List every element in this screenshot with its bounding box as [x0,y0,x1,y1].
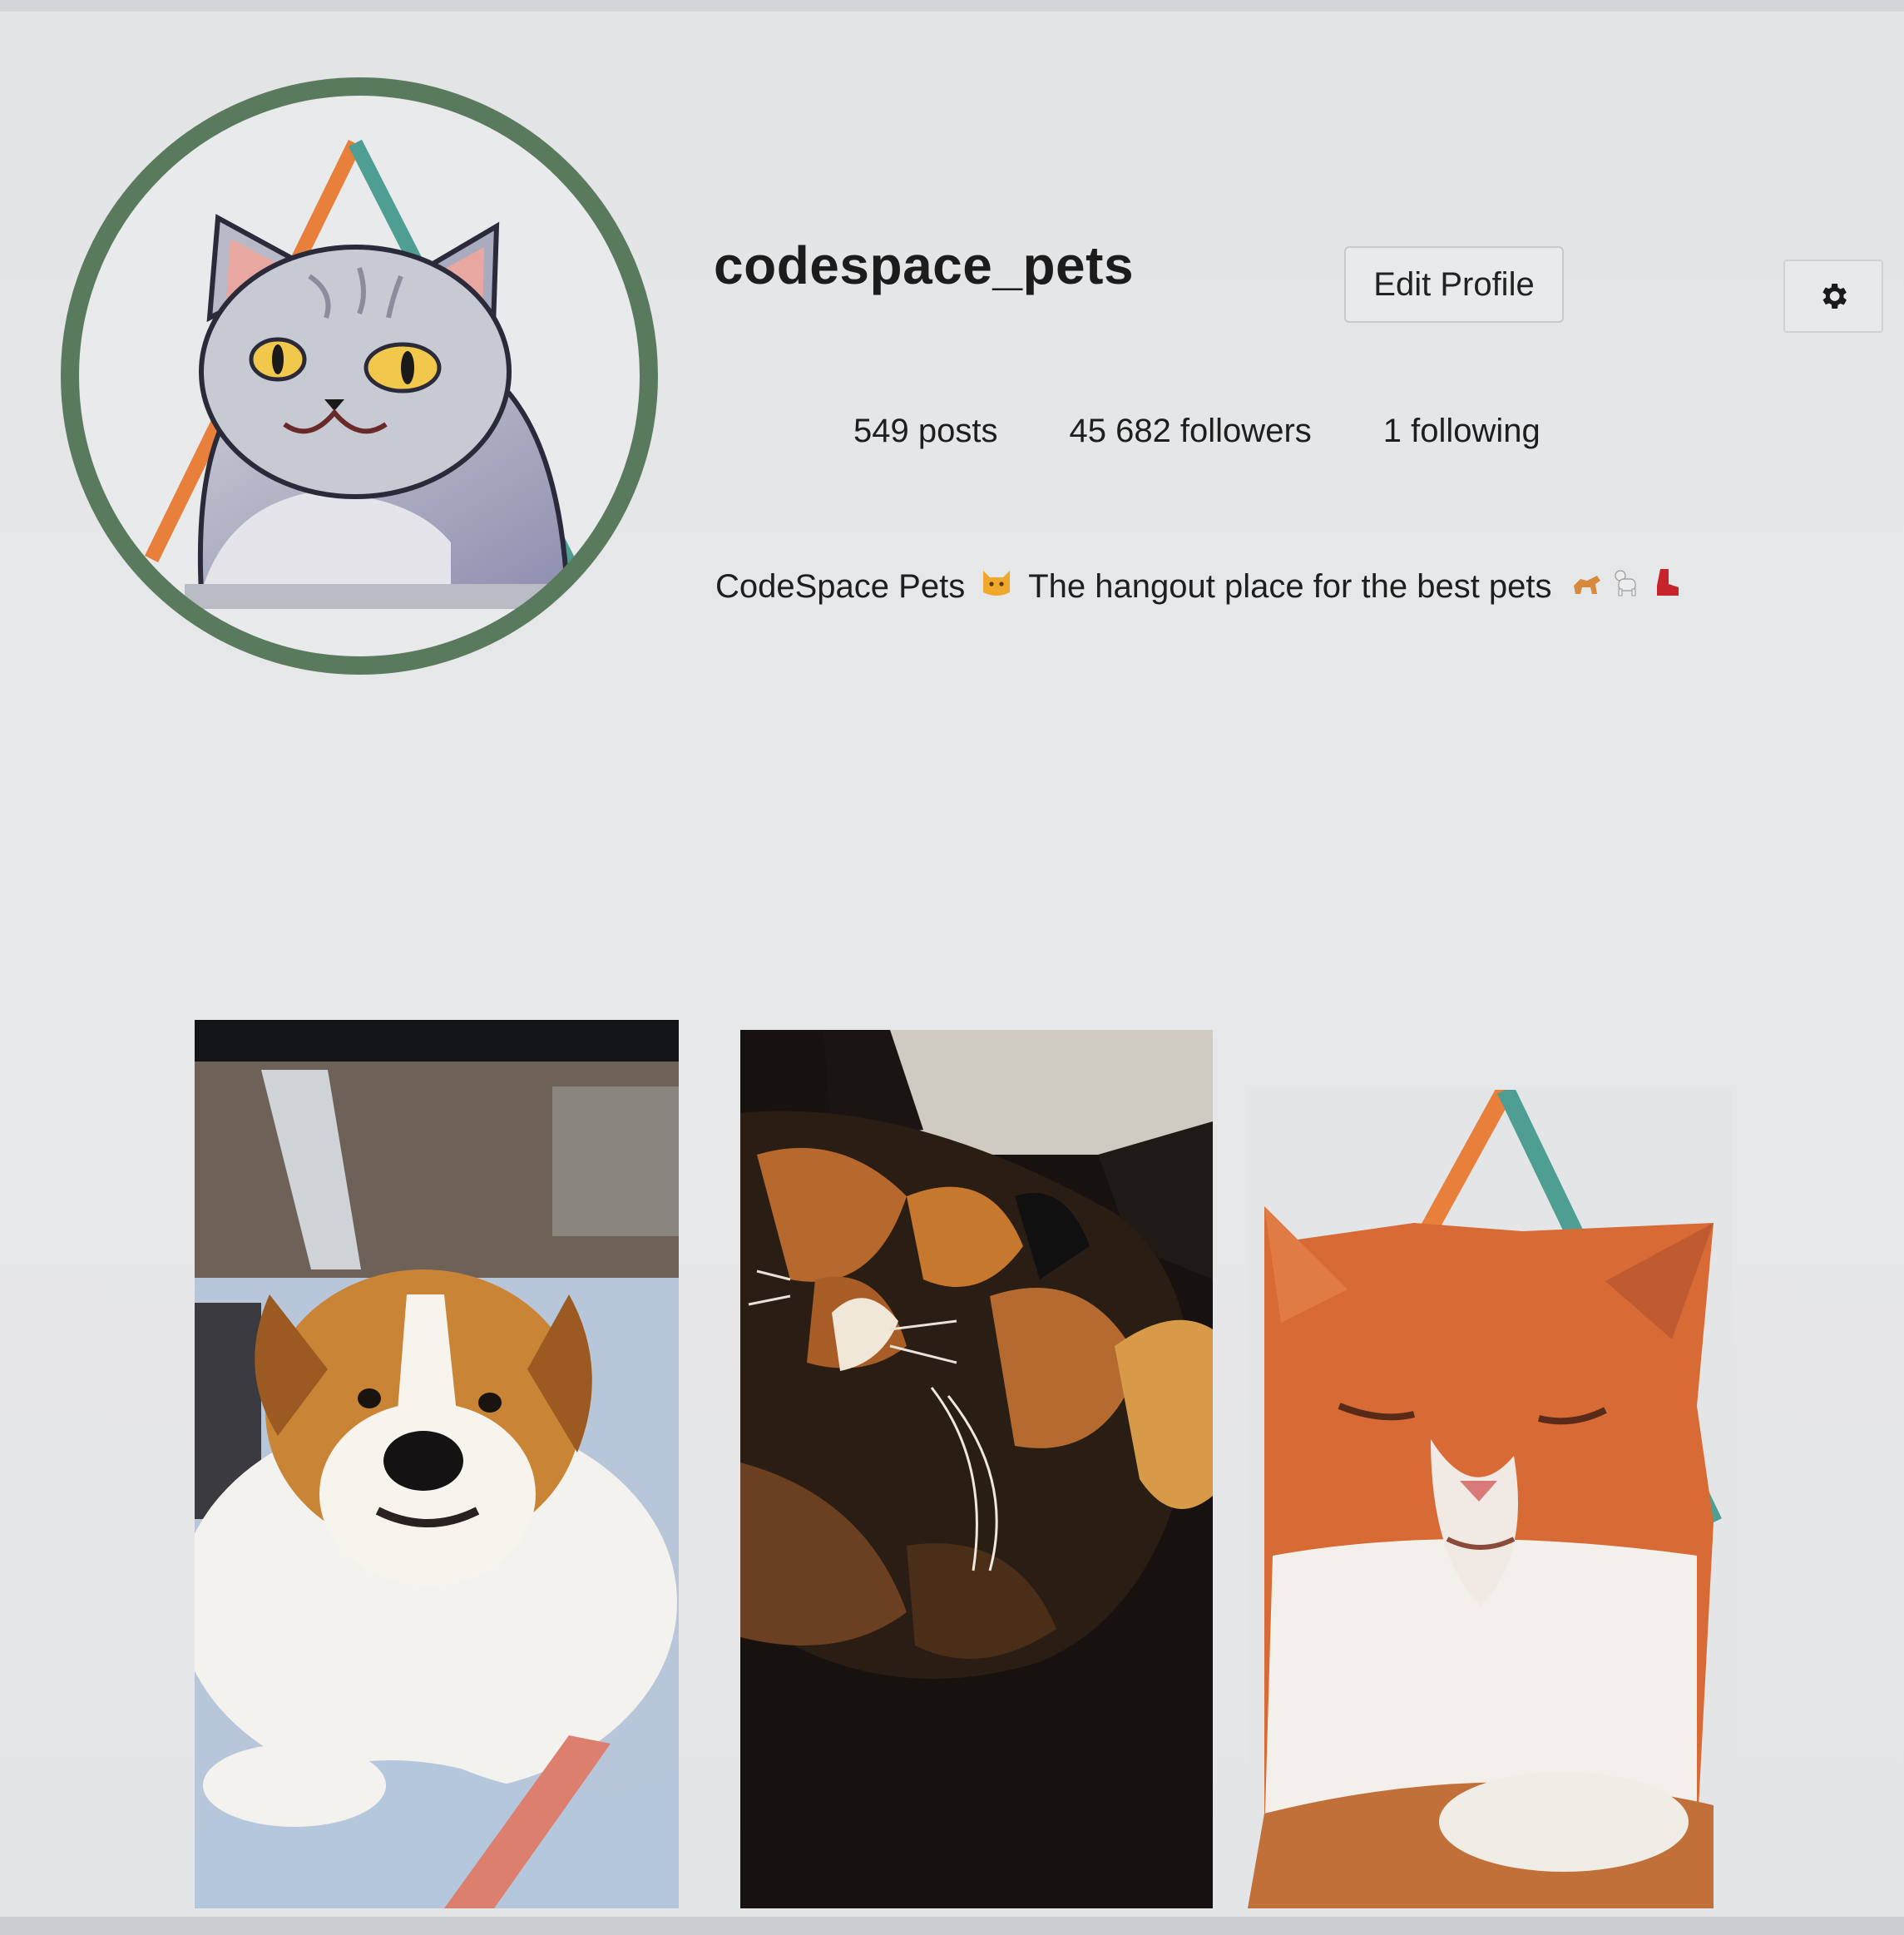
following-count-label: 1 following [1382,413,1541,449]
post-orange-cat-photo[interactable] [1248,1090,1732,1908]
calico-cat-photo-image [740,1030,1213,1908]
profile-username: codespace_pets [714,235,1135,295]
poodle-emoji [1610,566,1644,607]
profile-stats: 549 posts 45 682 followers 1 following [853,413,1541,450]
settings-button[interactable] [1783,260,1883,333]
dog-emoji [1570,566,1604,607]
posts-count-label: 549 posts [853,413,998,449]
gear-icon [1822,284,1847,309]
followers-count[interactable]: 45 682 followers [1069,413,1311,450]
dog-photo-image [195,1020,679,1908]
cat-logo-icon [61,77,658,675]
profile-bio: CodeSpace Pets The hangout place for the… [715,566,1684,607]
screen-top-edge [0,0,1904,12]
post-dog-photo[interactable] [195,1020,679,1908]
posts-count[interactable]: 549 posts [853,413,997,450]
bio-name: CodeSpace Pets [715,567,966,605]
cat-face-emoji [980,566,1013,607]
following-count[interactable]: 1 following [1383,413,1541,450]
bio-text: The hangout place for the best pets [1028,567,1552,605]
followers-count-label: 45 682 followers [1069,413,1312,449]
profile-avatar[interactable] [60,77,659,676]
screen-bottom-edge [0,1917,1904,1935]
post-calico-cat-photo[interactable] [740,1030,1213,1908]
edit-profile-button[interactable]: Edit Profile [1344,246,1564,323]
boot-emoji [1650,566,1684,607]
orange-cat-photo-image [1248,1090,1732,1908]
